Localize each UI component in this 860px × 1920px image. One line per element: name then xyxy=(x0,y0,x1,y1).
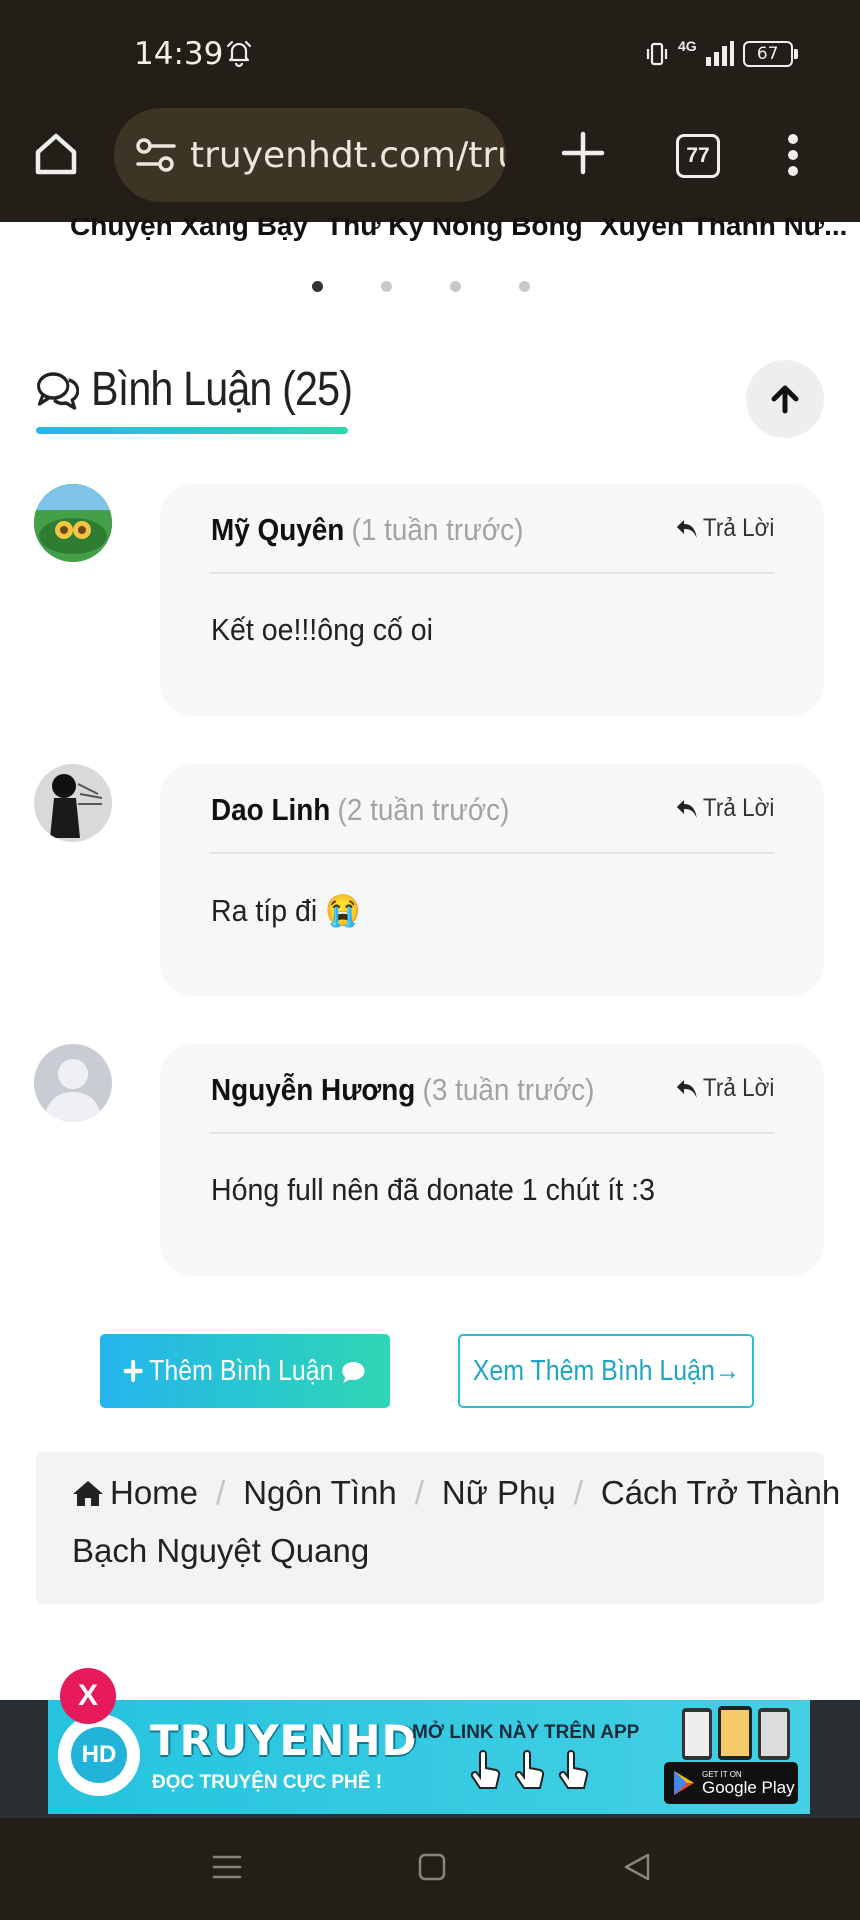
hand-pointer-icon xyxy=(558,1750,589,1789)
breadcrumb-genre[interactable]: Nữ Phụ xyxy=(442,1474,556,1512)
site-settings-icon[interactable] xyxy=(132,131,180,179)
comments-icon xyxy=(37,371,79,410)
ad-tagline: ĐỌC TRUYỆN CỰC PHÊ ! xyxy=(152,1772,383,1793)
vibrate-icon xyxy=(646,42,668,66)
reply-button[interactable]: Trả Lời xyxy=(675,514,774,543)
divider xyxy=(210,1132,774,1134)
arrow-up-icon xyxy=(771,385,799,414)
comment-author[interactable]: Dao Linh (2 tuần trước) xyxy=(211,792,509,828)
close-ad-button[interactable]: X xyxy=(60,1668,116,1724)
plus-icon xyxy=(123,1359,143,1382)
breadcrumb-home[interactable]: Home xyxy=(110,1474,198,1512)
comment-card: Nguyễn Hương (3 tuần trước) Trả Lời Hóng … xyxy=(160,1044,824,1276)
home-nav-icon[interactable] xyxy=(417,1852,447,1887)
hand-pointer-icon xyxy=(514,1750,545,1789)
comment-card: Mỹ Quyên (1 tuần trước) Trả Lời Kết oe!!!… xyxy=(160,484,824,716)
back-icon[interactable] xyxy=(622,1852,652,1887)
breadcrumb: Home / Ngôn Tình / Nữ Phụ / Cách Trở Thà… xyxy=(36,1452,840,1604)
play-store-icon xyxy=(674,1771,694,1795)
comments-heading: Bình Luận (25) xyxy=(36,362,353,417)
ad-brand: TRUYENHD xyxy=(150,1716,418,1765)
comment-text: Kết oe!!!ông cố oi xyxy=(211,612,433,647)
avatar[interactable] xyxy=(34,1044,112,1122)
pointing-hands xyxy=(468,1750,590,1792)
carousel-titles: Chuyện Xàng Bậy Thư Ký Nóng Bỏng Xuyên T… xyxy=(0,218,860,248)
address-bar[interactable]: truyenhdt.com/tru xyxy=(114,108,506,202)
carousel-dot[interactable] xyxy=(381,281,392,292)
carousel-title[interactable]: Thư Ký Nóng Bỏng xyxy=(326,218,583,242)
breadcrumb-category[interactable]: Ngôn Tình xyxy=(243,1474,397,1512)
carousel-dot[interactable] xyxy=(312,281,323,292)
carousel-dots xyxy=(312,281,530,292)
divider xyxy=(210,572,774,574)
breadcrumb-story[interactable]: Cách Trở Thành xyxy=(601,1474,840,1512)
breadcrumb-separator: / xyxy=(414,1474,424,1511)
comment-author[interactable]: Mỹ Quyên (1 tuần trước) xyxy=(211,512,523,548)
ad-banner[interactable]: HD TRUYENHD ĐỌC TRUYỆN CỰC PHÊ ! MỞ LINK… xyxy=(48,1700,810,1814)
reply-button[interactable]: Trả Lời xyxy=(675,794,774,823)
url-text: truyenhdt.com/tru xyxy=(190,134,506,176)
app-logo: HD xyxy=(58,1714,140,1796)
breadcrumb-separator: / xyxy=(216,1474,226,1511)
avatar[interactable] xyxy=(34,484,112,562)
home-icon xyxy=(73,1481,103,1506)
status-icons: 4G 67 xyxy=(644,36,798,72)
hand-pointer-icon xyxy=(470,1750,501,1789)
comment-card: Dao Linh (2 tuần trước) Trả Lời Ra típ đi… xyxy=(160,764,824,996)
carousel-title[interactable]: Xuyên Thành Nữ... xyxy=(600,218,847,242)
home-icon[interactable] xyxy=(30,128,82,180)
signal-icon xyxy=(705,41,734,66)
battery-icon: 67 xyxy=(742,41,798,67)
battery-level: 67 xyxy=(756,44,779,64)
alarm-icon xyxy=(224,38,254,73)
comments-title: Bình Luận (25) xyxy=(91,363,353,416)
comment-author[interactable]: Nguyễn Hương (3 tuần trước) xyxy=(211,1072,594,1108)
divider xyxy=(210,852,774,854)
phone-mockups xyxy=(678,1706,798,1760)
tab-count: 77 xyxy=(686,144,710,167)
reply-icon xyxy=(676,519,697,538)
reply-button[interactable]: Trả Lời xyxy=(675,1074,774,1103)
new-tab-icon[interactable] xyxy=(560,130,606,176)
status-time: 14:39 xyxy=(134,36,224,72)
add-comment-button[interactable]: Thêm Bình Luận xyxy=(100,1334,390,1408)
scroll-top-button[interactable] xyxy=(746,360,824,438)
comment-time: (1 tuần trước) xyxy=(351,512,524,547)
chat-bubble-icon xyxy=(342,1361,365,1383)
comment-text: Hóng full nên đã donate 1 chút ít :3 xyxy=(211,1172,655,1207)
comment-time: (2 tuần trước) xyxy=(337,792,510,827)
carousel-dot[interactable] xyxy=(450,281,461,292)
network-type: 4G xyxy=(678,38,697,54)
breadcrumb-story-continued[interactable]: Bạch Nguyệt Quang xyxy=(72,1532,369,1570)
reply-icon xyxy=(676,1079,697,1098)
comment-time: (3 tuần trước) xyxy=(422,1072,595,1107)
comment-text: Ra típ đi 😭 xyxy=(211,893,361,928)
title-underline xyxy=(36,427,348,434)
ad-cta: MỞ LINK NÀY TRÊN APP xyxy=(412,1722,640,1743)
carousel-dot[interactable] xyxy=(519,281,530,292)
breadcrumb-separator: / xyxy=(573,1474,583,1511)
avatar[interactable] xyxy=(34,764,112,842)
tab-switcher-button[interactable]: 77 xyxy=(676,134,720,178)
recent-apps-icon[interactable] xyxy=(212,1852,242,1887)
more-comments-button[interactable]: Xem Thêm Bình Luận→ xyxy=(458,1334,754,1408)
carousel-title[interactable]: Chuyện Xàng Bậy xyxy=(70,218,308,242)
google-play-badge[interactable]: GET IT ON Google Play xyxy=(664,1762,798,1804)
more-menu-icon[interactable] xyxy=(786,133,800,177)
reply-icon xyxy=(676,799,697,818)
